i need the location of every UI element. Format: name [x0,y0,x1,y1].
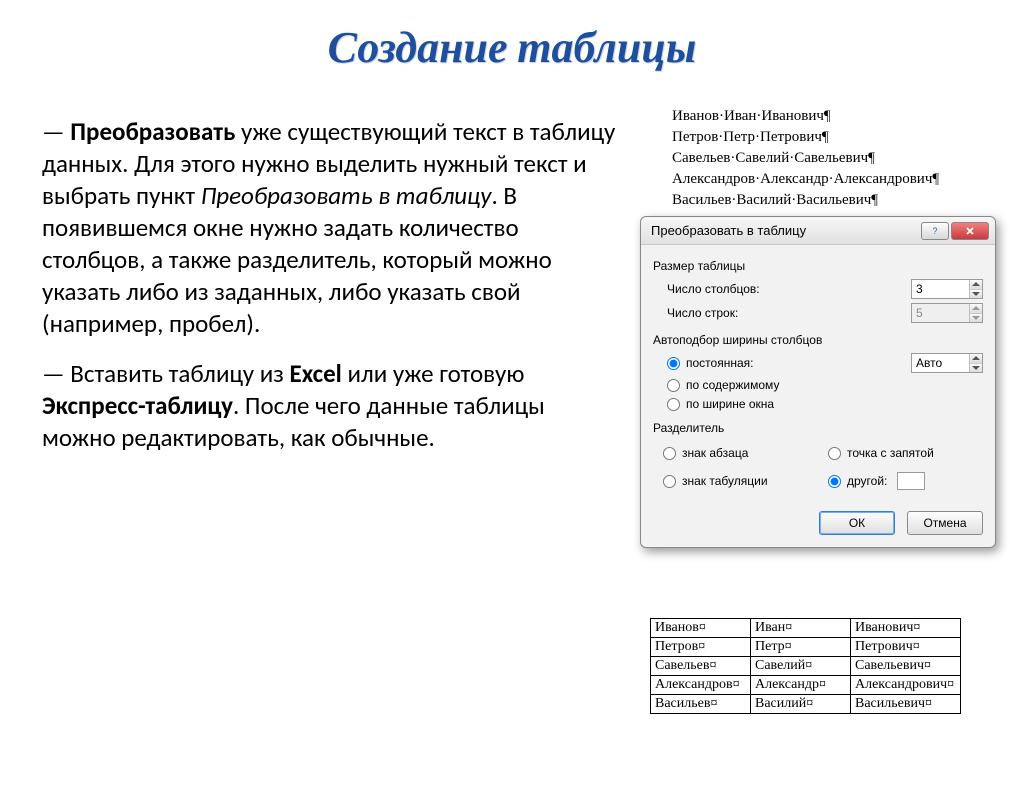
sep-paragraph-option[interactable]: знак абзаца [663,446,818,460]
paragraph-1: — Преобразовать уже существующий текст в… [42,116,618,340]
autofit-fixed-label: постоянная: [686,356,905,370]
p1-dash: — [42,116,70,147]
spinner-down-icon [970,314,982,323]
cell: Александр¤ [751,676,851,695]
spinner-down-icon[interactable] [970,290,982,299]
cell: Иван¤ [751,619,851,638]
cell: Савелий¤ [751,657,851,676]
table-row: Иванов¤ Иван¤ Иванович¤ [651,619,961,638]
spinner-up-icon[interactable] [970,354,982,364]
radio-sep-semi[interactable] [828,447,841,460]
cancel-button[interactable]: Отмена [907,511,983,535]
close-button[interactable] [951,222,989,240]
cell: Петр¤ [751,638,851,657]
table-row: Александров¤ Александр¤ Александрович¤ [651,676,961,695]
sep-para-label: знак абзаца [682,446,748,460]
cell: Петров¤ [651,638,751,657]
cell: Петрович¤ [851,638,961,657]
ok-button[interactable]: ОК [819,511,895,535]
svg-text:?: ? [932,226,937,236]
cell: Александров¤ [651,676,751,695]
fixed-width-spinner[interactable] [911,353,983,373]
sep-other-option[interactable]: другой: [828,472,983,490]
spinner-down-icon[interactable] [970,364,982,373]
sep-semi-label: точка с запятой [847,446,934,460]
cell: Василий¤ [751,695,851,714]
rows-row: Число строк: [667,303,983,323]
name-line: Петров·Петр·Петрович¶ [672,127,939,148]
spinner-up-icon[interactable] [970,280,982,290]
autofit-section-label: Автоподбор ширины столбцов [653,333,983,347]
cell: Васильев¤ [651,695,751,714]
sep-tab-option[interactable]: знак табуляции [663,472,818,490]
separator-section-label: Разделитель [653,421,983,435]
radio-content[interactable] [667,379,680,392]
name-line: Савельев·Савелий·Савельевич¶ [672,148,939,169]
p2-t1: или уже готовую [342,358,525,389]
sep-other-input[interactable] [897,472,925,490]
radio-fixed[interactable] [667,357,680,370]
p2-dash: — Вставить таблицу из [42,358,290,389]
rows-input [912,304,969,322]
cell: Савельевич¤ [851,657,961,676]
sep-tab-label: знак табуляции [682,474,768,488]
table-row: Савельев¤ Савелий¤ Савельевич¤ [651,657,961,676]
radio-window[interactable] [667,398,680,411]
fixed-width-input[interactable] [912,354,969,372]
cell: Савельев¤ [651,657,751,676]
autofit-content-label: по содержимому [686,378,779,392]
autofit-content-option[interactable]: по содержимому [667,378,983,392]
convert-to-table-dialog: Преобразовать в таблицу ? Размер таблицы… [640,216,996,548]
radio-sep-other[interactable] [828,475,841,488]
autofit-window-option[interactable]: по ширине окна [667,397,983,411]
name-line: Александров·Александр·Александрович¶ [672,169,939,190]
radio-sep-tab[interactable] [663,475,676,488]
name-line: Васильев·Василий·Васильевич¶ [672,190,939,211]
p2-strong2: Экспресс-таблицу [42,390,233,421]
cell: Иванович¤ [851,619,961,638]
paragraph-2: — Вставить таблицу из Excel или уже гото… [42,358,618,454]
cell: Александрович¤ [851,676,961,695]
cols-input[interactable] [912,280,969,298]
help-button[interactable]: ? [921,222,949,240]
autofit-fixed-option[interactable]: постоянная: [667,353,983,373]
result-table: Иванов¤ Иван¤ Иванович¤ Петров¤ Петр¤ Пе… [650,618,961,714]
rows-spinner [911,303,983,323]
p1-italic1: Преобразовать в таблицу [201,180,492,211]
cell: Васильевич¤ [851,695,961,714]
dialog-body: Размер таблицы Число столбцов: Число стр… [641,245,995,547]
cols-spinner[interactable] [911,279,983,299]
autofit-window-label: по ширине окна [686,397,774,411]
sep-other-label: другой: [847,474,887,488]
cell: Иванов¤ [651,619,751,638]
cols-label: Число столбцов: [667,282,911,296]
dialog-titlebar: Преобразовать в таблицу ? [641,217,995,245]
size-section-label: Размер таблицы [653,259,983,273]
table-row: Васильев¤ Василий¤ Васильевич¤ [651,695,961,714]
rows-label: Число строк: [667,306,911,320]
cols-row: Число столбцов: [667,279,983,299]
sep-semicolon-option[interactable]: точка с запятой [828,446,983,460]
radio-sep-para[interactable] [663,447,676,460]
table-row: Петров¤ Петр¤ Петрович¤ [651,638,961,657]
p2-strong1: Excel [290,358,342,389]
spinner-up-icon [970,304,982,314]
names-list: Иванов·Иван·Иванович¶ Петров·Петр·Петров… [672,106,939,211]
body-text: — Преобразовать уже существующий текст в… [42,116,618,472]
page-title: Создание таблицы [0,22,1024,73]
name-line: Иванов·Иван·Иванович¶ [672,106,939,127]
dialog-title-text: Преобразовать в таблицу [651,223,921,238]
p1-strong1: Преобразовать [70,116,235,147]
